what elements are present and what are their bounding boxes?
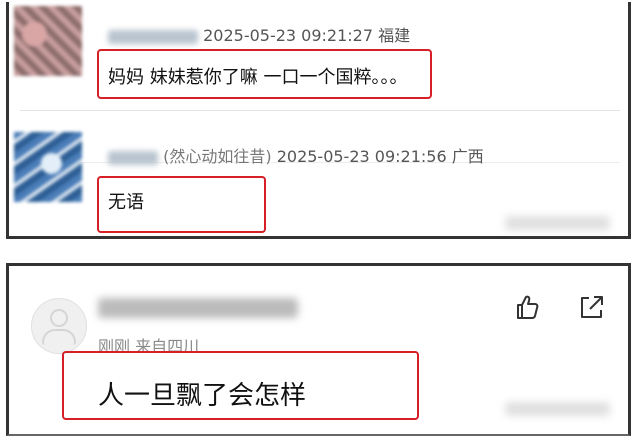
thumbs-up-icon[interactable] <box>512 292 542 322</box>
avatar[interactable] <box>14 6 82 76</box>
username-partial[interactable]: 然心动如往昔 <box>169 147 265 166</box>
username-blurred[interactable] <box>108 29 198 44</box>
username-blurred[interactable] <box>108 150 158 165</box>
comment-text: 人一旦飘了会怎样 <box>98 381 307 411</box>
comment-meta: 2025-05-23 09:21:27 福建 <box>108 22 410 46</box>
comment-timestamp: 2025-05-23 09:21:27 <box>203 26 374 45</box>
comment-location: 福建 <box>378 26 411 45</box>
comment-meta: (然心动如往昔) 2025-05-23 09:21:56 广西 <box>108 143 484 167</box>
comment-text: 无语 <box>108 192 144 213</box>
divider <box>20 110 620 111</box>
comment-location: 广西 <box>451 147 484 166</box>
default-avatar-icon[interactable] <box>31 298 87 354</box>
username-blurred[interactable] <box>98 298 298 318</box>
avatar[interactable] <box>14 132 82 202</box>
comment-timestamp: 2025-05-23 09:21:56 <box>276 147 447 166</box>
watermark-blur <box>505 216 610 230</box>
share-icon[interactable] <box>576 292 606 322</box>
comment-text: 妈妈 妹妹惹你了嘛 一口一个国粹。。。 <box>108 67 408 88</box>
watermark-blur <box>505 402 610 416</box>
